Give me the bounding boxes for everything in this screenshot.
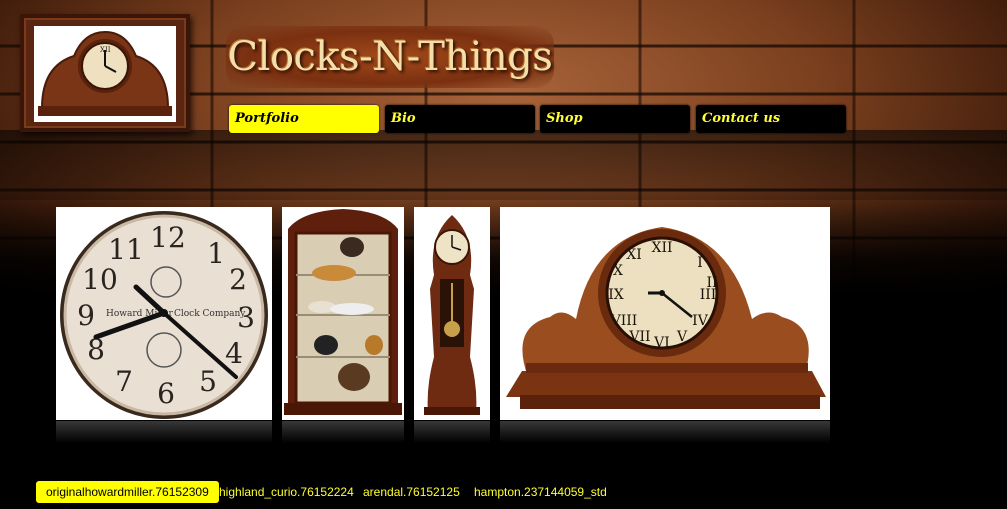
curio-cabinet-icon (284, 209, 402, 415)
svg-text:XII: XII (100, 46, 111, 54)
svg-text:IX: IX (608, 287, 624, 303)
svg-text:III: III (700, 287, 717, 303)
svg-text:XI: XI (626, 247, 642, 263)
gallery-reflection (414, 421, 490, 443)
svg-text:7: 7 (115, 365, 133, 398)
site-title: Clocks-N-Things (227, 34, 553, 80)
gallery-reflection (56, 421, 272, 443)
nav-bio[interactable]: Bio (385, 105, 535, 133)
grandfather-clock-icon (424, 215, 480, 415)
nav-contact-us[interactable]: Contact us (696, 105, 846, 133)
nav-shop[interactable]: Shop (540, 105, 690, 133)
gallery-image-wall-clock[interactable]: 12 1 2 345 678 9 10 11 Howard Miller Clock C… (56, 207, 272, 420)
mantel-clock-icon: XIIIII IIIIVV VIVIIVIII IXXXI (506, 227, 826, 409)
logo-frame[interactable]: XII (20, 14, 190, 132)
svg-text:V: V (676, 329, 688, 345)
thumbnail-originalhowardmiller[interactable]: originalhowardmiller.76152309 (36, 481, 219, 503)
wall-clock-icon: 12 12 345 678 91011 Howard Miller Clock C… (60, 211, 268, 419)
gallery-image-curio-cabinet[interactable] (282, 207, 404, 420)
svg-text:4: 4 (225, 337, 243, 370)
gallery-image-grandfather-clock[interactable] (414, 207, 490, 420)
svg-text:5: 5 (199, 365, 217, 398)
svg-text:12: 12 (150, 221, 186, 254)
nav-portfolio[interactable]: Portfolio (229, 105, 379, 133)
svg-text:Clock Company: Clock Company (174, 309, 246, 319)
svg-text:10: 10 (82, 263, 118, 296)
header-shadow-band (0, 130, 1007, 200)
svg-text:IV: IV (692, 313, 709, 329)
svg-text:VI: VI (653, 335, 670, 351)
svg-text:VII: VII (628, 329, 650, 345)
svg-text:XII: XII (651, 240, 672, 256)
site-title-banner[interactable]: Clocks-N-Things (226, 26, 554, 88)
thumbnail-highland-curio[interactable]: highland_curio.76152224 (209, 481, 364, 503)
svg-text:VIII: VIII (610, 313, 638, 329)
thumbnail-hampton[interactable]: hampton.237144059_std (464, 481, 617, 503)
gallery-reflection (500, 421, 830, 443)
gallery-reflection (282, 421, 404, 443)
thumbnail-arendal[interactable]: arendal.76152125 (353, 481, 470, 503)
svg-text:11: 11 (108, 233, 144, 266)
svg-text:1: 1 (207, 237, 225, 270)
svg-text:9: 9 (77, 299, 95, 332)
svg-text:X: X (613, 263, 623, 279)
logo-mantel-clock-icon: XII (34, 26, 176, 122)
svg-text:2: 2 (229, 263, 247, 296)
svg-text:6: 6 (157, 377, 175, 410)
gallery-image-mantel-clock[interactable]: XII I II III IV V VI VII VIII IX X XI (500, 207, 830, 420)
svg-text:I: I (697, 255, 703, 271)
